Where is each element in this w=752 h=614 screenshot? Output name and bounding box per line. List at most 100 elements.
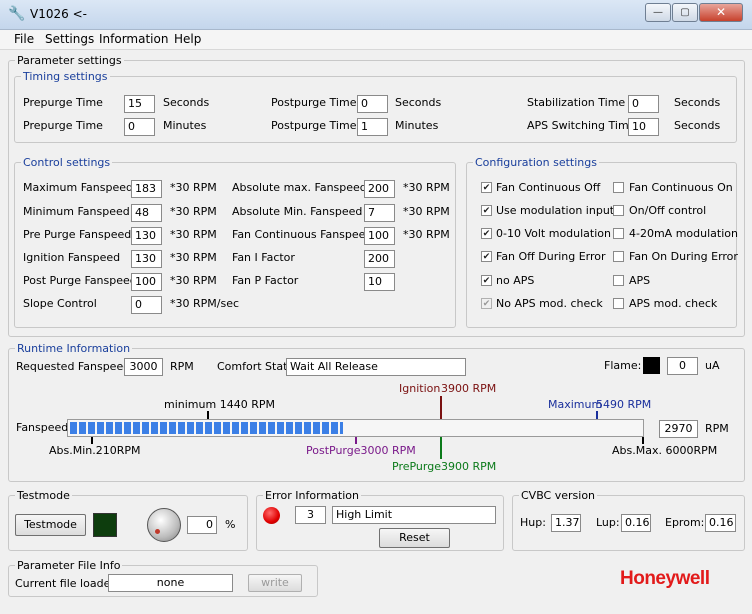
- fanspeed-bar: [67, 419, 644, 437]
- config-checkbox[interactable]: [613, 275, 624, 286]
- error-code: 3: [295, 506, 326, 524]
- prepurge-seconds-input[interactable]: 15: [124, 95, 155, 113]
- control-right-unit: *30 RPM: [403, 205, 450, 218]
- fanspeed-unit: RPM: [705, 422, 729, 435]
- ignition-marker-label: Ignition: [399, 382, 441, 395]
- postpurge-seconds-label: Postpurge Time: [271, 96, 357, 109]
- menu-information[interactable]: Information: [99, 32, 168, 46]
- postpurge-seconds-input[interactable]: 0: [357, 95, 388, 113]
- title-bar: 🔧 V1026 <- — ▢ ✕: [0, 0, 752, 30]
- parameter-file-info-legend: Parameter File Info: [17, 559, 121, 572]
- stabilization-time-input[interactable]: 0: [628, 95, 659, 113]
- config-checkbox[interactable]: [613, 298, 624, 309]
- config-checkbox[interactable]: [481, 298, 492, 309]
- control-settings-legend: Control settings: [23, 156, 111, 169]
- postpurge-minutes-label: Postpurge Time: [271, 119, 357, 132]
- requested-fanspeed-value: 3000: [124, 358, 163, 376]
- control-left-input[interactable]: 130: [131, 250, 162, 268]
- control-right-label: Fan Continuous Fanspeed: [232, 228, 373, 241]
- control-left-unit: *30 RPM: [170, 251, 217, 264]
- write-button[interactable]: write: [248, 574, 302, 592]
- postpurge-minutes-input[interactable]: 1: [357, 118, 388, 136]
- honeywell-logo: Honeywell: [620, 568, 710, 589]
- config-checkbox-label: APS: [629, 274, 651, 287]
- control-right-input[interactable]: 200: [364, 180, 395, 198]
- prepurge-seconds-unit: Seconds: [163, 96, 210, 109]
- abs-max-marker-label: Abs.Max. 6000RPM: [612, 444, 718, 457]
- config-checkbox[interactable]: [481, 275, 492, 286]
- requested-fanspeed-unit: RPM: [170, 360, 194, 373]
- postpurge-marker-tick: [355, 437, 357, 444]
- prepurge-marker-value: 3900 RPM: [441, 460, 497, 473]
- menu-help[interactable]: Help: [174, 32, 201, 46]
- config-checkbox-label: Fan Continuous On: [629, 181, 733, 194]
- testmode-button[interactable]: Testmode: [15, 514, 86, 536]
- minimum-marker-tick: [207, 411, 209, 419]
- config-checkbox[interactable]: [481, 251, 492, 262]
- control-left-input[interactable]: 48: [131, 204, 162, 222]
- menu-file[interactable]: File: [14, 32, 34, 46]
- lup-value: 0.16: [621, 514, 651, 532]
- control-right-input[interactable]: 200: [364, 250, 395, 268]
- config-checkbox[interactable]: [613, 182, 624, 193]
- config-checkbox[interactable]: [613, 251, 624, 262]
- control-right-input[interactable]: 100: [364, 227, 395, 245]
- control-left-label: Ignition Fanspeed: [23, 251, 121, 264]
- menu-bar: File Settings Information Help: [0, 30, 752, 50]
- menu-settings[interactable]: Settings: [45, 32, 94, 46]
- aps-switching-time-input[interactable]: 10: [628, 118, 659, 136]
- control-left-input[interactable]: 183: [131, 180, 162, 198]
- runtime-information-legend: Runtime Information: [17, 342, 131, 355]
- prepurge-minutes-label: Prepurge Time: [23, 119, 103, 132]
- control-right-input[interactable]: 10: [364, 273, 395, 291]
- eprom-value: 0.16: [705, 514, 736, 532]
- aps-switching-time-label: APS Switching Time: [527, 119, 636, 132]
- testmode-knob[interactable]: [147, 508, 181, 542]
- config-checkbox[interactable]: [613, 228, 624, 239]
- abs-max-marker-tick: [642, 437, 644, 444]
- control-left-label: Slope Control: [23, 297, 97, 310]
- config-checkbox-label: Fan Continuous Off: [496, 181, 601, 194]
- config-checkbox[interactable]: [481, 205, 492, 216]
- config-checkbox-label: 0-10 Volt modulation: [496, 227, 611, 240]
- maximize-button[interactable]: ▢: [672, 3, 698, 22]
- testmode-indicator: [93, 513, 117, 537]
- config-checkbox-label: 4-20mA modulation: [629, 227, 738, 240]
- current-file-value: none: [108, 574, 233, 592]
- prepurge-minutes-input[interactable]: 0: [124, 118, 155, 136]
- fanspeed-value: 2970: [659, 420, 698, 438]
- abs-min-marker-tick: [91, 437, 93, 444]
- window-title: V1026 <-: [30, 7, 87, 21]
- control-right-label: Fan I Factor: [232, 251, 295, 264]
- control-left-input[interactable]: 130: [131, 227, 162, 245]
- flame-indicator: [643, 357, 660, 374]
- flame-label: Flame:: [604, 359, 642, 372]
- eprom-label: Eprom:: [665, 516, 705, 529]
- close-button[interactable]: ✕: [699, 3, 743, 22]
- config-checkbox[interactable]: [481, 182, 492, 193]
- cvbc-version-legend: CVBC version: [521, 489, 596, 502]
- config-checkbox[interactable]: [481, 228, 492, 239]
- config-checkbox-label: On/Off control: [629, 204, 707, 217]
- reset-button[interactable]: Reset: [379, 528, 450, 548]
- minimum-marker-label: minimum 1440 RPM: [164, 398, 275, 411]
- parameter-settings-legend: Parameter settings: [17, 54, 122, 67]
- control-left-unit: *30 RPM: [170, 274, 217, 287]
- control-right-input[interactable]: 7: [364, 204, 395, 222]
- fanspeed-label: Fanspeed: [16, 421, 69, 434]
- stabilization-time-unit: Seconds: [674, 96, 721, 109]
- control-right-label: Fan P Factor: [232, 274, 299, 287]
- fanspeed-bar-fill: [70, 422, 343, 434]
- testmode-unit: %: [225, 518, 236, 531]
- config-checkbox[interactable]: [613, 205, 624, 216]
- control-left-unit: *30 RPM: [170, 205, 217, 218]
- control-left-input[interactable]: 100: [131, 273, 162, 291]
- control-left-input[interactable]: 0: [131, 296, 162, 314]
- minimize-button[interactable]: —: [645, 3, 671, 22]
- maximum-marker-label: Maximum: [548, 398, 603, 411]
- config-checkbox-label: APS mod. check: [629, 297, 718, 310]
- control-left-unit: *30 RPM: [170, 228, 217, 241]
- testmode-value[interactable]: 0: [187, 516, 217, 534]
- config-checkbox-label: Use modulation input: [496, 204, 615, 217]
- flame-value: 0: [667, 357, 698, 375]
